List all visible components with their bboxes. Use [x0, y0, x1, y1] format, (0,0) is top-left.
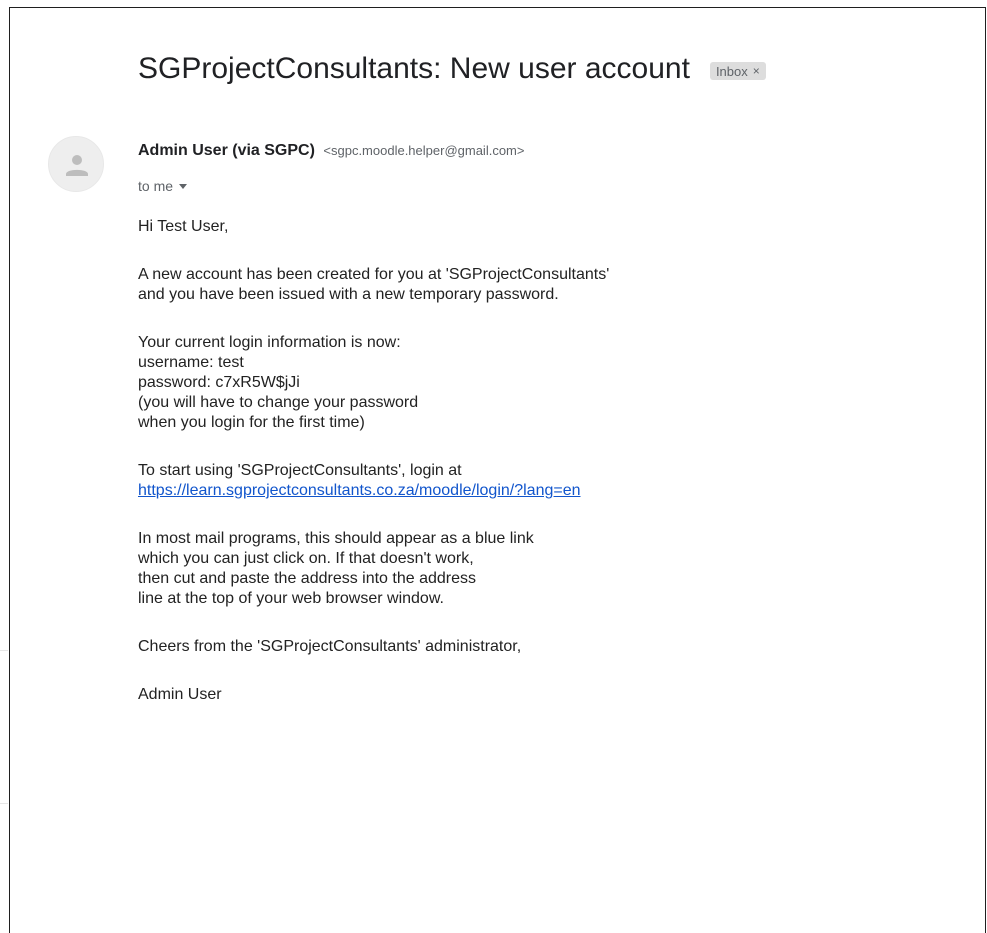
body-line: To start using 'SGProjectConsultants', l… — [138, 462, 462, 479]
body-line: and you have been issued with a new temp… — [138, 286, 559, 303]
subject-row: SGProjectConsultants: New user account I… — [138, 52, 766, 86]
body-line: Your current login information is now: — [138, 334, 401, 351]
recipient-row[interactable]: to me — [138, 178, 188, 194]
body-closing: Cheers from the 'SGProjectConsultants' a… — [138, 638, 522, 655]
avatar[interactable] — [48, 136, 104, 192]
edge-divider — [0, 650, 8, 651]
email-body: Hi Test User, A new account has been cre… — [138, 217, 609, 705]
body-greeting: Hi Test User, — [138, 218, 229, 235]
body-line: line at the top of your web browser wind… — [138, 590, 444, 607]
chevron-down-icon[interactable] — [179, 183, 188, 189]
sender-name[interactable]: Admin User (via SGPC) — [138, 142, 315, 159]
email-subject: SGProjectConsultants: New user account — [138, 52, 690, 85]
body-line: then cut and paste the address into the … — [138, 570, 477, 587]
email-view: SGProjectConsultants: New user account I… — [9, 7, 986, 933]
username-line: username: test — [138, 354, 244, 371]
remove-label-icon[interactable]: × — [753, 64, 760, 78]
body-line: which you can just click on. If that doe… — [138, 550, 474, 567]
edge-divider — [0, 803, 8, 804]
password-line: password: c7xR5W$jJi — [138, 374, 300, 391]
body-line: when you login for the first time) — [138, 414, 365, 431]
sender-row: Admin User (via SGPC) <sgpc.moodle.helpe… — [138, 142, 524, 160]
login-link[interactable]: https://learn.sgprojectconsultants.co.za… — [138, 482, 581, 499]
recipient-text: to me — [138, 178, 174, 194]
person-icon — [66, 155, 88, 176]
body-line: A new account has been created for you a… — [138, 266, 610, 283]
sender-email: <sgpc.moodle.helper@gmail.com> — [323, 143, 525, 158]
body-signature: Admin User — [138, 686, 222, 703]
inbox-label[interactable]: Inbox × — [709, 62, 766, 80]
body-line: In most mail programs, this should appea… — [138, 530, 534, 547]
inbox-label-text: Inbox — [715, 63, 748, 79]
body-line: (you will have to change your password — [138, 394, 419, 411]
